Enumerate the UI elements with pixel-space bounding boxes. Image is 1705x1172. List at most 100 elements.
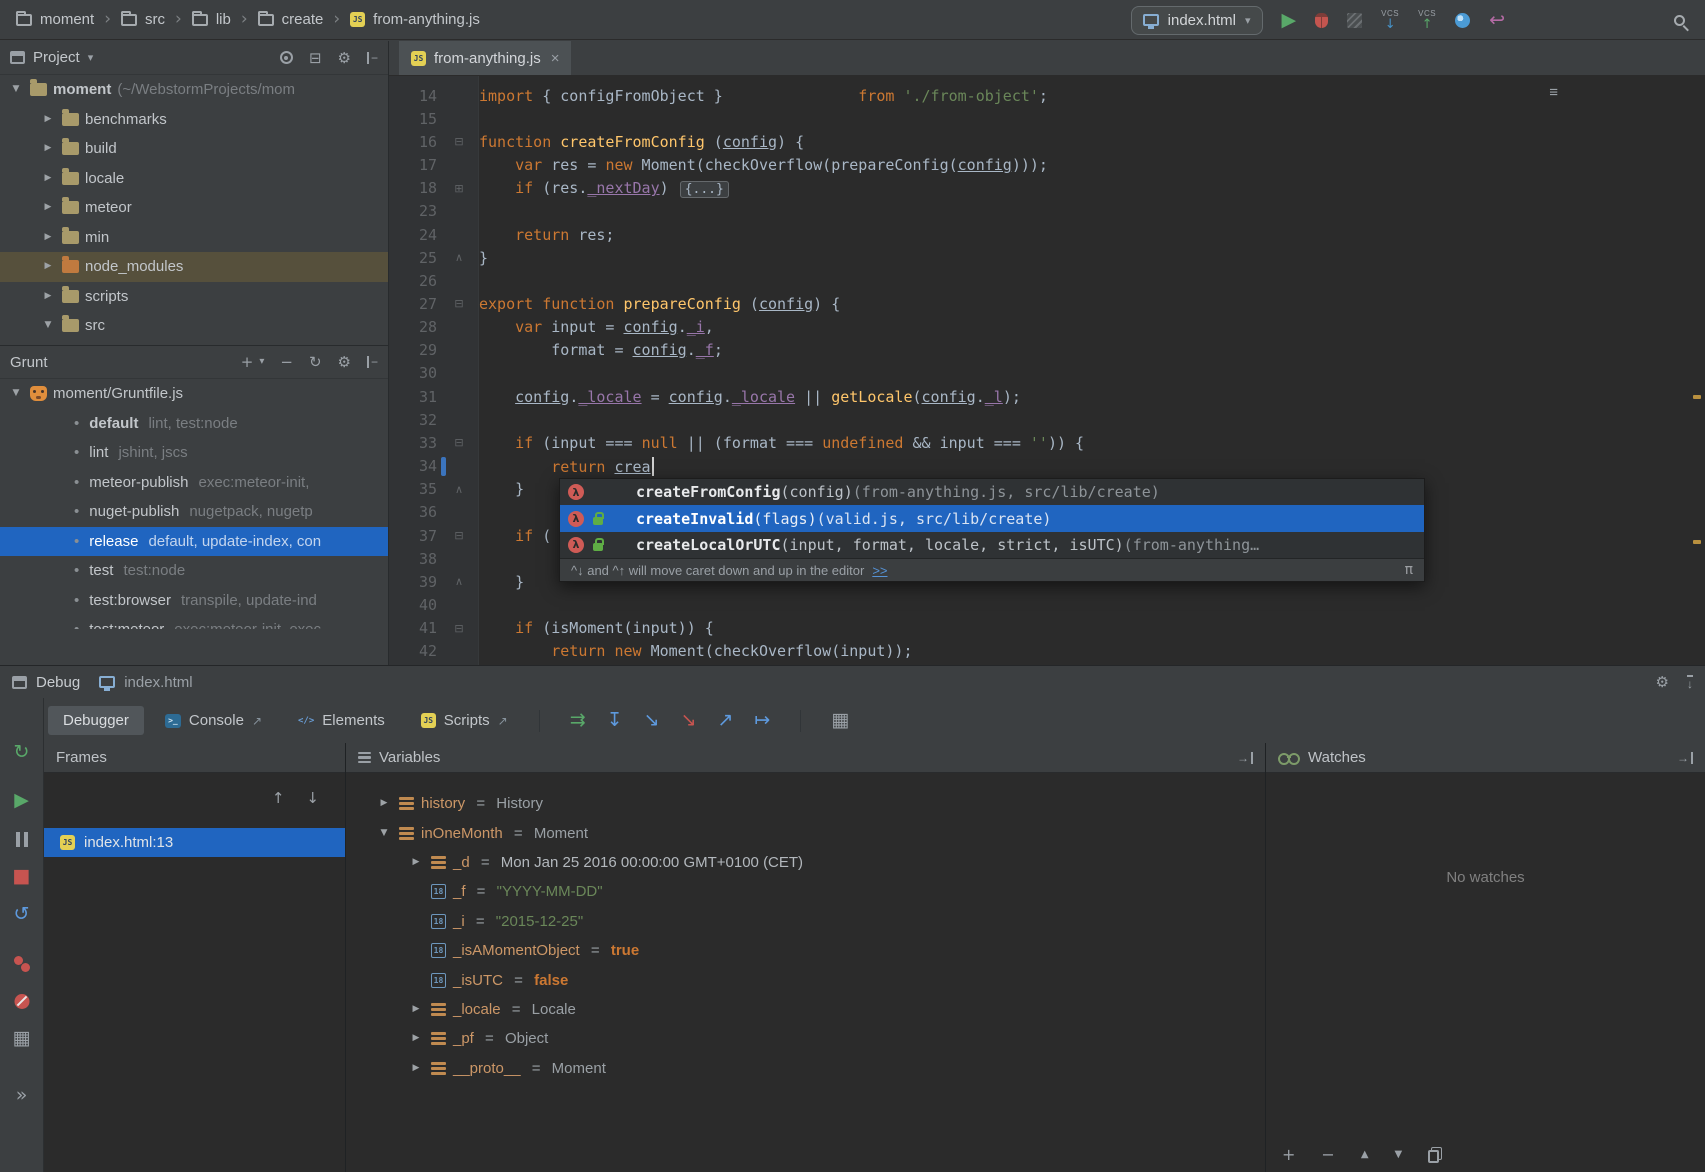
variable-row[interactable]: 18_i = "2015-12-25" <box>346 907 1265 936</box>
step-over-icon[interactable]: ↧ <box>607 711 623 730</box>
expand-arrow-icon[interactable]: ▼ <box>376 829 392 838</box>
expand-arrow-icon[interactable]: ▶ <box>408 1034 424 1043</box>
mute-breakpoints-button[interactable] <box>14 994 29 1009</box>
locate-icon[interactable] <box>280 51 293 64</box>
expand-arrow-icon[interactable]: ▶ <box>40 292 56 301</box>
project-tree-item[interactable]: ▶scripts <box>0 282 388 312</box>
run-config-select[interactable]: index.html ▾ <box>1131 6 1263 35</box>
hide-panel-icon[interactable]: − <box>367 52 378 64</box>
show-execution-point-icon[interactable]: ⇉ <box>570 711 586 730</box>
tab-scripts[interactable]: JSScripts↗ <box>406 706 523 735</box>
chevron-down-icon[interactable]: ▾ <box>88 52 94 63</box>
restore-layout-button[interactable]: ▦ <box>13 1029 31 1048</box>
run-button[interactable]: ▶ <box>1282 11 1297 30</box>
variable-row[interactable]: ▶_locale = Locale <box>346 995 1265 1024</box>
fold-marker-icon[interactable]: ⊟ <box>449 623 469 634</box>
step-into-icon[interactable]: ↘ <box>644 711 660 730</box>
move-up-icon[interactable]: ▲ <box>1361 1149 1369 1160</box>
rerun-button[interactable]: ↻ <box>14 743 30 762</box>
error-stripe-mark[interactable] <box>1693 395 1701 399</box>
breadcrumb-item[interactable]: JSfrom-anything.js <box>350 11 480 28</box>
project-tree-item[interactable]: ▼src <box>0 311 388 341</box>
tab-elements[interactable]: </>Elements <box>283 706 400 735</box>
hide-panel-icon[interactable]: − <box>367 356 378 368</box>
editor-tab[interactable]: JS from-anything.js × <box>399 41 571 75</box>
expand-arrow-icon[interactable]: ▶ <box>376 799 392 808</box>
fold-marker-icon[interactable]: ⊟ <box>449 437 469 448</box>
breadcrumb-item[interactable]: moment <box>16 11 94 28</box>
step-out-icon[interactable]: ↗ <box>717 711 733 730</box>
grunt-task[interactable]: •nuget-publishnugetpack, nugetp <box>0 497 388 527</box>
view-breakpoints-button[interactable] <box>14 956 30 972</box>
debug-button[interactable] <box>1315 13 1328 28</box>
gear-icon[interactable]: ⚙ <box>338 353 351 371</box>
project-tree-item[interactable]: ▼moment(~/WebstormProjects/mom <box>0 75 388 105</box>
stop-button[interactable]: ■ <box>13 867 31 886</box>
editor-menu-icon[interactable]: ≡ <box>1549 84 1557 101</box>
next-frame-icon[interactable]: ↓ <box>306 789 319 807</box>
vcs-update-button[interactable]: VCS ↓ <box>1381 10 1399 31</box>
breadcrumb-item[interactable]: create <box>258 11 324 28</box>
resume-button[interactable]: ▶ <box>14 791 29 810</box>
variable-row[interactable]: 18_isAMomentObject = true <box>346 936 1265 965</box>
breadcrumb-item[interactable]: src <box>121 11 165 28</box>
hide-panel-icon[interactable]: ↓ <box>1687 675 1693 690</box>
grunt-task[interactable]: •defaultlint, test:node <box>0 409 388 439</box>
expand-arrow-icon[interactable]: ▶ <box>408 858 424 867</box>
close-icon[interactable]: × <box>551 50 560 67</box>
project-tree-item[interactable]: ▶min <box>0 223 388 253</box>
variable-row[interactable]: ▶history = History <box>346 789 1265 818</box>
completion-hint-link[interactable]: >> <box>872 563 887 578</box>
grunt-task[interactable]: •releasedefault, update-index, con <box>0 527 388 557</box>
project-tree-item[interactable]: ▶build <box>0 134 388 164</box>
fold-marker-icon[interactable]: ∧ <box>449 484 469 495</box>
fold-marker-icon[interactable]: ⊞ <box>449 183 469 194</box>
coverage-button[interactable] <box>1347 13 1362 28</box>
add-icon[interactable]: + <box>241 353 254 371</box>
pin-icon[interactable]: → <box>1237 752 1253 764</box>
copy-icon[interactable] <box>1428 1150 1439 1163</box>
run-to-cursor-icon[interactable]: ↦ <box>754 711 770 730</box>
reload-page-button[interactable]: ↺ <box>14 905 30 924</box>
completion-item[interactable]: λcreateFromConfig(config) (from-anything… <box>560 479 1424 505</box>
project-tree-item[interactable]: ▶benchmarks <box>0 105 388 135</box>
pause-button[interactable] <box>16 832 28 847</box>
fold-marker-icon[interactable]: ⊟ <box>449 298 469 309</box>
grunt-task[interactable]: •lintjshint, jscs <box>0 438 388 468</box>
project-tree-item[interactable]: ▶meteor <box>0 193 388 223</box>
expand-arrow-icon[interactable]: ▶ <box>40 203 56 212</box>
reload-tasks-icon[interactable]: ↻ <box>309 353 322 371</box>
fold-marker-icon[interactable]: ∧ <box>449 252 469 263</box>
grunt-task[interactable]: •test:browsertranspile, update-ind <box>0 586 388 616</box>
vcs-commit-button[interactable]: VCS ↑ <box>1418 10 1436 31</box>
breadcrumb-item[interactable]: lib <box>192 11 231 28</box>
grunt-task[interactable]: •meteor-publishexec:meteor-init, <box>0 468 388 498</box>
gear-icon[interactable]: ⚙ <box>338 49 351 67</box>
variable-row[interactable]: ▼inOneMonth = Moment <box>346 818 1265 847</box>
previous-frame-icon[interactable]: ↑ <box>272 789 285 807</box>
gear-icon[interactable]: ⚙ <box>1656 673 1669 691</box>
project-tree-item[interactable]: ▶locale <box>0 164 388 194</box>
completion-item[interactable]: λcreateInvalid(flags) (valid.js, src/lib… <box>560 505 1424 531</box>
grunt-task[interactable]: •testtest:node <box>0 556 388 586</box>
fold-marker-icon[interactable]: ⊟ <box>449 530 469 541</box>
expand-arrow-icon[interactable]: ▶ <box>40 115 56 124</box>
expand-arrow-icon[interactable]: ▼ <box>40 321 56 330</box>
expand-arrow-icon[interactable]: ▼ <box>8 389 24 398</box>
pin-icon[interactable]: → <box>1677 752 1693 764</box>
force-step-into-icon[interactable]: ↘ <box>680 711 696 730</box>
fold-marker-icon[interactable]: ⊟ <box>449 136 469 147</box>
expand-arrow-icon[interactable]: ▶ <box>408 1064 424 1073</box>
search-icon[interactable] <box>1674 15 1685 26</box>
expand-arrow-icon[interactable]: ▶ <box>40 144 56 153</box>
tab-debugger[interactable]: Debugger <box>48 706 144 735</box>
completion-item[interactable]: λcreateLocalOrUTC(input, format, locale,… <box>560 532 1424 558</box>
grunt-task[interactable]: •test:meteorexec:meteor-init, exec <box>0 615 388 629</box>
variable-row[interactable]: ▶__proto__ = Moment <box>346 1054 1265 1083</box>
variable-row[interactable]: 18_isUTC = false <box>346 965 1265 994</box>
undo-icon[interactable]: ↩ <box>1489 11 1505 30</box>
remove-watch-icon[interactable]: − <box>1321 1145 1334 1164</box>
error-stripe-mark[interactable] <box>1693 540 1701 544</box>
tab-console[interactable]: >_Console↗ <box>150 706 277 735</box>
variable-row[interactable]: ▶_d = Mon Jan 25 2016 00:00:00 GMT+0100 … <box>346 848 1265 877</box>
